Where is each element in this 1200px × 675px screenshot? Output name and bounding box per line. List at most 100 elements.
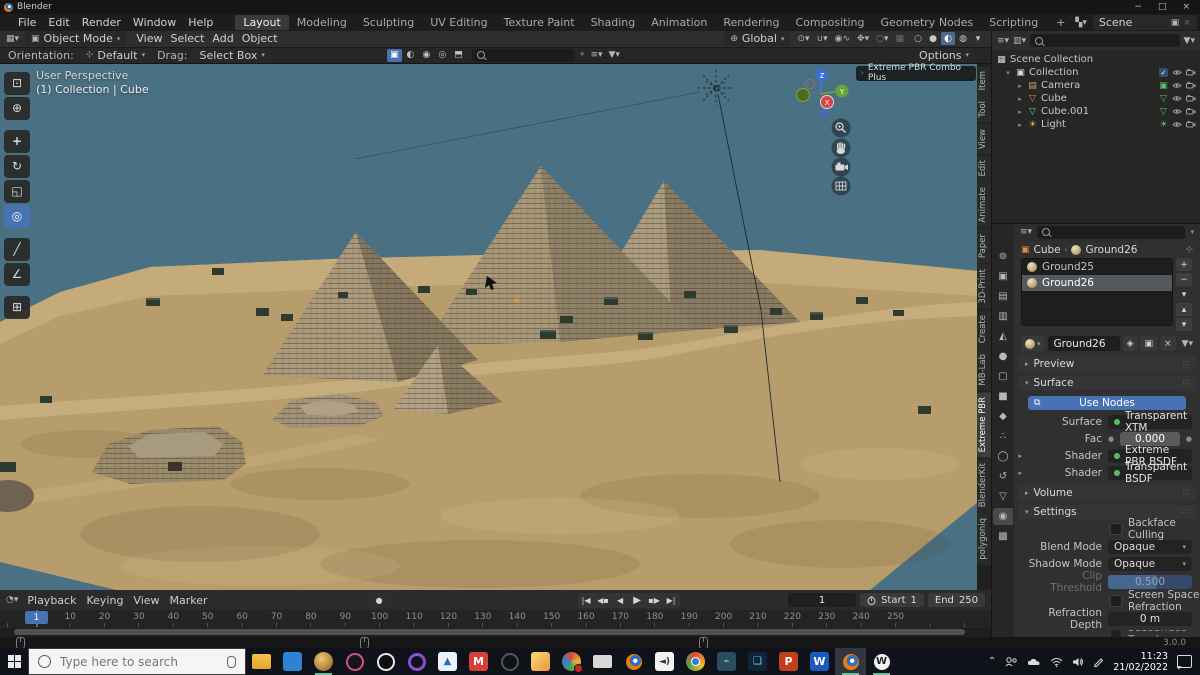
expand-shader-icon[interactable]: ▸ xyxy=(1014,469,1022,477)
timeline-ruler[interactable]: 1020304050607080901001101201301401501601… xyxy=(0,610,991,627)
frame-end-field[interactable]: End250 xyxy=(928,593,985,607)
show-gizmo-dropdown[interactable]: ✥▾ xyxy=(857,34,869,44)
shading-dropdown-icon[interactable]: ▾ xyxy=(971,32,985,45)
jump-to-start-button[interactable]: |◀ xyxy=(578,593,595,608)
outliner-row-collection[interactable]: ▾ ▣ Collection ✓ xyxy=(996,66,1200,79)
annotate-tool[interactable]: ╱ xyxy=(4,238,30,261)
browse-material-dropdown[interactable]: ▾ xyxy=(1021,336,1045,351)
scene-new-icon[interactable]: ▚▾ xyxy=(1075,18,1086,28)
filter-search-input[interactable] xyxy=(472,49,574,62)
outliner-display-mode-icon[interactable]: ≡▾ xyxy=(997,36,1009,46)
viewport-menu-item[interactable]: Add xyxy=(208,32,237,45)
search-input[interactable] xyxy=(58,654,212,670)
sidebar-tab[interactable]: polygoniq xyxy=(977,513,991,565)
hide-eye-icon[interactable] xyxy=(1172,108,1182,115)
filter-ball-icon[interactable]: ◎ xyxy=(435,49,450,62)
notification-center-icon[interactable] xyxy=(1177,655,1192,668)
onedrive-cloud-icon[interactable] xyxy=(1027,657,1041,666)
play-button[interactable]: ▶ xyxy=(629,593,646,608)
scene-selector[interactable]: Scene ▣ × xyxy=(1093,15,1197,30)
workspace-tab[interactable]: Modeling xyxy=(289,15,355,30)
timeline-editor-type-icon[interactable]: ◔▾ xyxy=(6,595,18,605)
outliner-row-camera[interactable]: ▸▤ Camera▣ xyxy=(996,79,1200,92)
remove-slot-button[interactable]: − xyxy=(1176,273,1192,286)
sidebar-tab[interactable]: MB-Lab xyxy=(977,349,991,391)
new-scene-icon[interactable]: ▣ xyxy=(1171,18,1180,28)
menu-item[interactable]: Window xyxy=(127,16,182,29)
scrollbar-thumb[interactable] xyxy=(14,629,965,635)
workspace-tab[interactable]: Sculpting xyxy=(355,15,422,30)
filter-sphere-icon[interactable]: ◐ xyxy=(403,49,418,62)
surface-panel-header[interactable]: ▾Surface∷ xyxy=(1018,376,1196,390)
transform-orientation-dropdown[interactable]: ⊕ Global ▾ xyxy=(724,31,790,46)
sidebar-tab[interactable]: Animate xyxy=(977,182,991,228)
constraints-tab[interactable]: ↺ xyxy=(993,468,1013,485)
store-icon[interactable] xyxy=(277,648,308,675)
timeline-menu-item[interactable]: Keying xyxy=(83,594,126,607)
dark-ring-app-icon[interactable] xyxy=(494,648,525,675)
transform-tool[interactable]: ◎ xyxy=(4,205,30,228)
collection-tab[interactable]: ▢ xyxy=(993,368,1013,385)
timeline-menu-item[interactable]: Marker xyxy=(167,594,211,607)
slot-specials-icon[interactable]: ▾ xyxy=(1176,288,1192,301)
measure-tool[interactable]: ∠ xyxy=(4,263,30,286)
taskbar-clock[interactable]: 11:23 21/02/2022 xyxy=(1113,651,1168,673)
fake-user-icon[interactable]: ◈ xyxy=(1123,336,1138,351)
menu-item[interactable]: Help xyxy=(182,16,219,29)
expand-shader-icon[interactable]: ▸ xyxy=(1014,452,1022,460)
gold-app-icon[interactable] xyxy=(308,648,339,675)
extreme-pbr-panel-header[interactable]: › Extreme PBR Combo Plus xyxy=(856,66,976,81)
Ground25[interactable]: Ground25 xyxy=(1022,259,1172,275)
use-nodes-button[interactable]: ⧉ Use Nodes xyxy=(1028,396,1186,410)
badged-app-icon[interactable] xyxy=(556,648,587,675)
sidebar-tab[interactable]: Extreme PBR xyxy=(977,392,991,457)
minimize-button[interactable]: − xyxy=(1134,2,1142,12)
word-icon[interactable]: W xyxy=(804,648,835,675)
unlink-material-icon[interactable]: × xyxy=(1160,336,1176,351)
volume-panel-header[interactable]: ▸Volume∷ xyxy=(1018,485,1196,499)
gray-app-icon[interactable] xyxy=(587,648,618,675)
move-slot-down-button[interactable]: ▾ xyxy=(1176,318,1192,331)
wireframe-shading-icon[interactable]: ○ xyxy=(911,32,925,45)
select-box-tool[interactable]: ⊡ xyxy=(4,72,30,95)
disabled-dropdown-icon[interactable]: ▾ xyxy=(580,50,585,60)
output-tab[interactable]: ▤ xyxy=(993,288,1013,305)
maximize-button[interactable]: □ xyxy=(1158,2,1167,12)
start-button[interactable] xyxy=(0,648,28,675)
obs-icon[interactable] xyxy=(370,648,401,675)
breadcrumb-material[interactable]: Ground26 xyxy=(1085,244,1137,256)
backface-culling-checkbox[interactable] xyxy=(1110,523,1122,535)
record-button[interactable]: ● xyxy=(367,593,392,608)
surface-shader-field[interactable]: Transparent XTM xyxy=(1108,415,1192,429)
outliner-row-cube[interactable]: ▸▽ Cube▽ xyxy=(996,92,1200,105)
texture-tab[interactable]: ▩ xyxy=(993,528,1013,545)
workspace-tab[interactable]: Scripting xyxy=(981,15,1046,30)
purple-ring-app-icon[interactable] xyxy=(401,648,432,675)
scene-tab[interactable]: ◭ xyxy=(993,328,1013,345)
render-visibility-icon[interactable] xyxy=(1186,82,1196,89)
mode-selector[interactable]: ▣ Object Mode ▾ xyxy=(25,31,126,46)
playhead[interactable]: 1 xyxy=(25,611,48,624)
volume-icon[interactable] xyxy=(1072,657,1084,667)
frame-start-field[interactable]: Start1 xyxy=(860,593,924,607)
snap-toggle[interactable]: ∪▾ xyxy=(817,34,828,44)
pink-ring-app-icon[interactable] xyxy=(339,648,370,675)
current-frame-field[interactable]: 1 xyxy=(788,593,856,607)
options-dropdown[interactable]: Options▾ xyxy=(913,48,975,63)
add-slot-button[interactable]: + xyxy=(1176,258,1192,271)
xray-toggle[interactable]: ▦ xyxy=(895,34,904,44)
workspace-tab[interactable]: UV Editing xyxy=(422,15,495,30)
jump-to-end-button[interactable]: ▶| xyxy=(663,593,680,608)
document-app-icon[interactable]: ◄) xyxy=(649,648,680,675)
overlays-dropdown[interactable]: ◌▾ xyxy=(876,34,888,44)
play-reverse-button[interactable]: ◀ xyxy=(612,593,629,608)
pen-icon[interactable] xyxy=(1093,656,1104,667)
orientation-setting-dropdown[interactable]: ⊹Default▾ xyxy=(80,48,151,63)
clip-threshold-slider[interactable]: 0.500 xyxy=(1108,575,1192,589)
close-button[interactable]: × xyxy=(1182,2,1190,12)
hide-eye-icon[interactable] xyxy=(1172,95,1182,102)
refraction-depth-field[interactable]: 0 m xyxy=(1108,612,1192,626)
properties-search-input[interactable] xyxy=(1037,226,1185,239)
menu-item[interactable]: Render xyxy=(76,16,127,29)
new-material-icon[interactable]: ▣ xyxy=(1140,336,1157,351)
